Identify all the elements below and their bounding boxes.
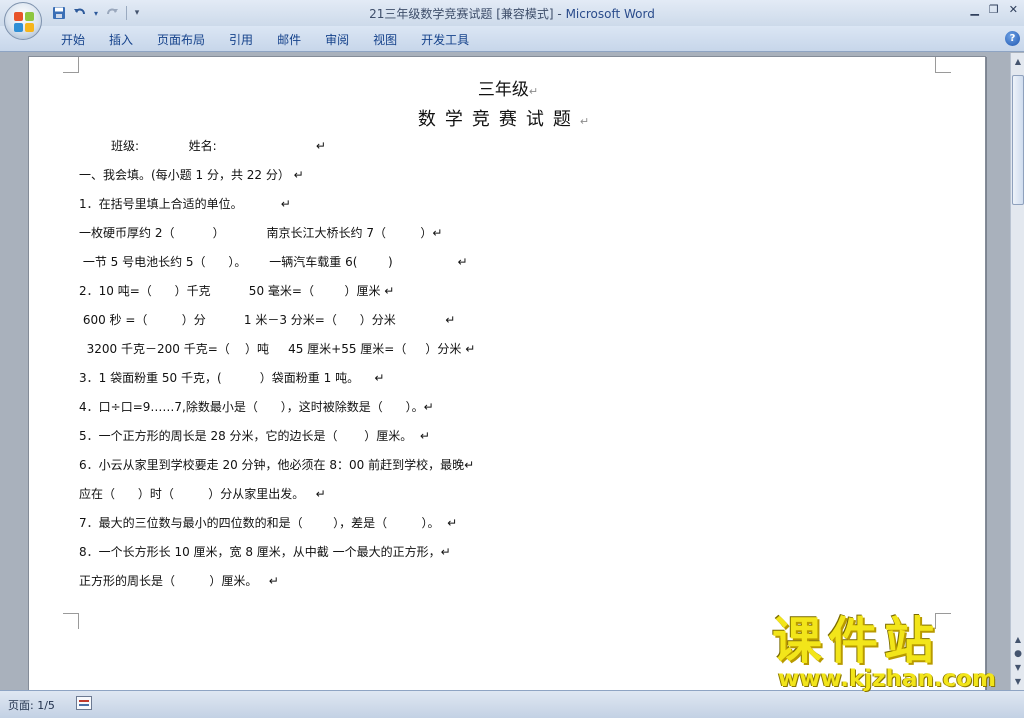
document-subheading: 数学竞赛试题↵ [29,105,987,131]
tab-view[interactable]: 视图 [361,31,409,49]
document-heading: 三年级↵ [29,75,987,100]
title-bar: ▾ ▾ 21三年级数学竞赛试题 [兼容模式] - Microsoft Word … [0,0,1024,26]
text-line: 3200 千克－200 千克=（ ）吨 45 厘米+55 厘米=（ ）分米 ↵ [79,342,476,356]
tab-home[interactable]: 开始 [49,31,97,49]
scroll-thumb[interactable] [1012,75,1024,205]
heading-text: 三年级 [477,80,529,100]
text-line: 7．最大的三位数与最小的四位数的和是（ ），差是（ ）。 ↵ [79,516,458,530]
margin-corner-top-right [935,57,951,73]
paragraph-mark: ↵ [579,115,599,128]
tab-insert[interactable]: 插入 [97,31,145,49]
text-line: 应在（ ）时（ ）分从家里出发。 ↵ [79,487,326,501]
minimize-icon[interactable]: ▁ [970,3,978,16]
scroll-down-icon[interactable]: ▼ [1012,676,1024,688]
margin-corner-top-left [63,57,79,73]
next-page-icon[interactable]: ▼ [1012,662,1024,674]
tab-developer[interactable]: 开发工具 [409,31,481,49]
text-line: 正方形的周长是（ ）厘米。 ↵ [79,574,279,588]
text-line: 8．一个长方形长 10 厘米，宽 8 厘米，从中截 一个最大的正方形，↵ [79,545,451,559]
text-line: 5．一个正方形的周长是 28 分米，它的边长是（ ）厘米。 ↵ [79,429,430,443]
vertical-scrollbar[interactable]: ▲ ▲ ● ▼ ▼ [1010,53,1024,690]
tab-review[interactable]: 审阅 [313,31,361,49]
office-button[interactable] [4,2,42,40]
office-logo-icon [14,12,34,32]
proofing-icon[interactable] [76,696,92,710]
ribbon-tabs: 开始 插入 页面布局 引用 邮件 审阅 视图 开发工具 [49,31,481,49]
watermark-url: www.kjzhan.com [778,666,996,692]
text-line: 班级: 姓名: ↵ [111,139,326,153]
text-line: 一节 5 号电池长约 5（ ）。 一辆汽车载重 6( ) ↵ [79,255,468,269]
tab-references[interactable]: 引用 [217,31,265,49]
app-name: Microsoft Word [565,7,655,21]
previous-page-icon[interactable]: ▲ [1012,634,1024,646]
text-line: 6．小云从家里到学校要走 20 分钟，他必须在 8：00 前赶到学校，最晚↵ [79,458,475,472]
subheading-text: 数学竞赛试题 [417,109,580,130]
watermark-logo: 课件站 [772,612,940,670]
scroll-up-icon[interactable]: ▲ [1012,56,1024,68]
ribbon-tab-bar: 开始 插入 页面布局 引用 邮件 审阅 视图 开发工具 ? [0,26,1024,52]
text-line: 一、我会填。(每小题 1 分，共 22 分） ↵ [79,168,304,182]
browse-object-icon[interactable]: ● [1012,648,1024,660]
document-title-text: 21三年级数学竞赛试题 [兼容模式] - [369,7,566,21]
window-controls: ▁ ❐ ✕ [970,3,1018,16]
document-page[interactable]: 三年级↵ 数学竞赛试题↵ 班级: 姓名: ↵ 一、我会填。(每小题 1 分，共 … [28,56,986,690]
text-line: 600 秒 =（ ）分 1 米－3 分米=（ ）分米 ↵ [79,313,456,327]
close-icon[interactable]: ✕ [1009,3,1018,16]
text-line: 2．10 吨=（ ）千克 50 毫米=（ ）厘米 ↵ [79,284,395,298]
text-line: 4．口÷口=9……7,除数最小是（ ），这时被除数是（ ）。↵ [79,400,434,414]
restore-icon[interactable]: ❐ [989,3,999,16]
help-icon[interactable]: ? [1005,31,1020,46]
paragraph-mark: ↵ [528,85,539,98]
margin-corner-bottom-left [63,613,79,629]
page-indicator[interactable]: 页面: 1/5 [8,697,55,713]
document-area[interactable]: 三年级↵ 数学竞赛试题↵ 班级: 姓名: ↵ 一、我会填。(每小题 1 分，共 … [0,53,1010,690]
window-title: 21三年级数学竞赛试题 [兼容模式] - Microsoft Word [0,5,1024,22]
tab-mailings[interactable]: 邮件 [265,31,313,49]
text-line: 一枚硬币厚约 2（ ） 南京长江大桥长约 7（ ）↵ [79,226,443,240]
tab-page-layout[interactable]: 页面布局 [145,31,217,49]
status-bar: 页面: 1/5 [0,690,1024,718]
text-line: 3．1 袋面粉重 50 千克，( ）袋面粉重 1 吨。 ↵ [79,371,385,385]
text-line: 1．在括号里填上合适的单位。 ↵ [79,197,291,211]
